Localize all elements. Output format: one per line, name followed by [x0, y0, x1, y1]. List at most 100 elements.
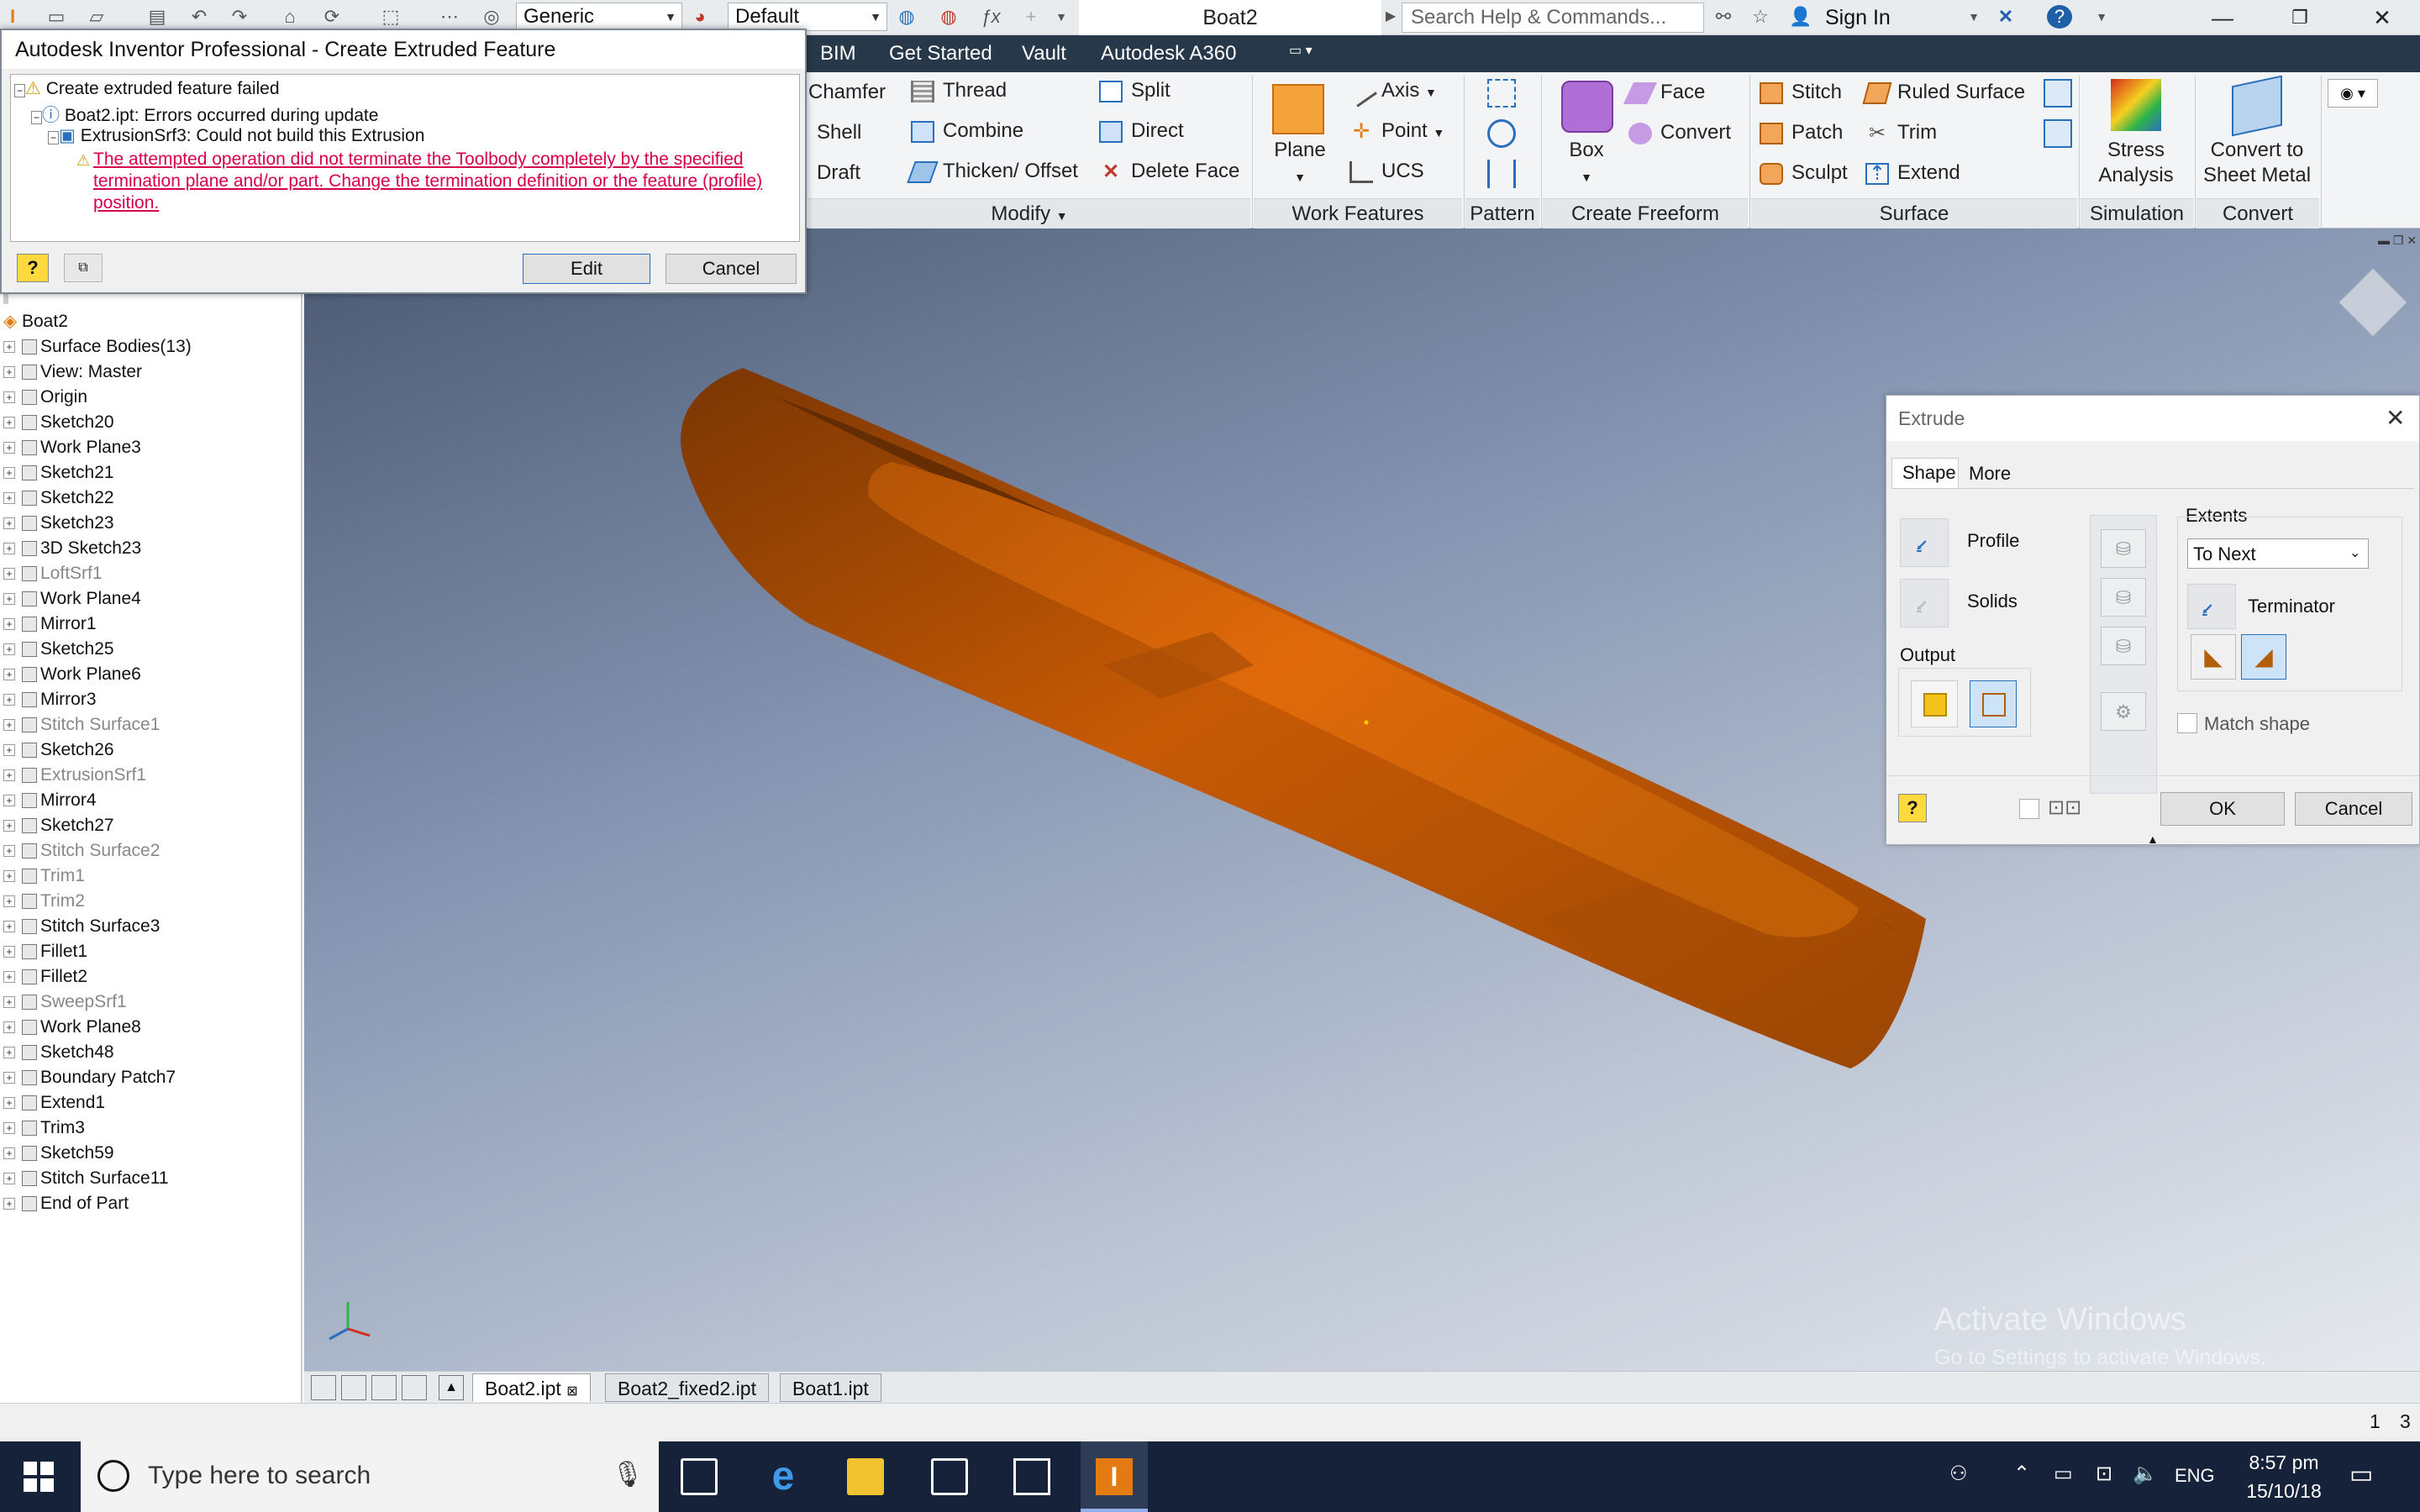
expand-icon[interactable]: +: [3, 719, 15, 732]
edge-browser-icon[interactable]: e: [765, 1457, 802, 1497]
point-button[interactable]: ✛ Point ▼: [1349, 119, 1444, 143]
cascade-icon[interactable]: [311, 1375, 336, 1400]
task-view-icon[interactable]: [681, 1458, 718, 1495]
browser-tree-item[interactable]: + SweepSrf1: [0, 990, 127, 1015]
ribbon-options-icon[interactable]: ◉ ▾: [2328, 79, 2378, 108]
tab-more[interactable]: More: [1969, 463, 2011, 485]
convert-to-sheet-metal-button[interactable]: Convert to Sheet Metal: [2196, 138, 2317, 188]
terminate-at-icon[interactable]: ◣: [2191, 634, 2236, 680]
collapse-icon[interactable]: −: [14, 84, 26, 97]
rectangular-pattern-icon[interactable]: [1487, 79, 1516, 108]
expand-icon[interactable]: +: [3, 1122, 15, 1135]
expand-icon[interactable]: +: [3, 517, 15, 530]
terminate-extend-icon[interactable]: ◢: [2241, 634, 2286, 680]
thicken-offset-button[interactable]: Thicken/ Offset: [907, 160, 1078, 183]
draft-button[interactable]: Draft: [817, 161, 860, 185]
match-shape-checkbox[interactable]: [2177, 713, 2197, 733]
close-icon[interactable]: ✕: [2386, 404, 2405, 432]
stress-analysis-button[interactable]: Stress Analysis: [2082, 138, 2190, 188]
browser-tree-item[interactable]: + Surface Bodies(13): [0, 334, 192, 360]
asymmetric-button[interactable]: ⚙: [2101, 692, 2146, 731]
expand-icon[interactable]: +: [3, 795, 15, 807]
expand-icon[interactable]: +: [3, 744, 15, 757]
direction-2-button[interactable]: ⛁: [2101, 578, 2146, 617]
browser-tree-item[interactable]: + Sketch26: [0, 738, 114, 763]
expand-icon[interactable]: +: [3, 593, 15, 606]
update-icon[interactable]: ⟳: [319, 5, 345, 29]
tab-vault[interactable]: Vault: [1022, 42, 1066, 66]
browser-tree-item[interactable]: + Mirror4: [0, 788, 97, 813]
browser-tree-item[interactable]: + Extend1: [0, 1090, 105, 1116]
collapse-icon[interactable]: −: [48, 131, 60, 144]
undo-icon[interactable]: ↶: [187, 5, 212, 29]
file-tab-active[interactable]: Boat2.ipt ⊠: [472, 1373, 591, 1402]
tab-menu-icon[interactable]: ▲: [439, 1375, 464, 1400]
clock-date[interactable]: 15/10/18: [2242, 1480, 2326, 1503]
ok-button[interactable]: OK: [2160, 792, 2285, 826]
expand-icon[interactable]: +: [3, 417, 15, 429]
browser-tree-item[interactable]: + Fillet2: [0, 964, 87, 990]
help-icon[interactable]: ?: [17, 254, 49, 282]
fx-icon[interactable]: ƒx: [978, 5, 1003, 29]
close-button[interactable]: ✕: [2353, 0, 2412, 35]
browser-tree-item[interactable]: + LoftSrf1: [0, 561, 103, 586]
appearance-combo[interactable]: Default ▼: [728, 3, 887, 31]
modify-group-label[interactable]: Modify ▼: [808, 198, 1250, 228]
expand-icon[interactable]: +: [3, 618, 15, 631]
extrude-cancel-button[interactable]: Cancel: [2295, 792, 2412, 826]
browser-tree-item[interactable]: + Work Plane6: [0, 662, 141, 687]
expand-icon[interactable]: +: [3, 1198, 15, 1210]
browser-tree-item[interactable]: + ExtrusionSrf1: [0, 763, 146, 788]
axis-button[interactable]: Axis ▼: [1345, 75, 1437, 108]
shell-button[interactable]: Shell: [817, 121, 861, 144]
extents-dropdown[interactable]: To Next ⌄: [2187, 538, 2369, 569]
browser-tree-item[interactable]: + Stitch Surface2: [0, 838, 160, 864]
adjust-icon[interactable]: ◍: [894, 5, 919, 29]
expand-icon[interactable]: +: [3, 643, 15, 656]
home-icon[interactable]: ⌂: [277, 5, 302, 29]
browser-tree-item[interactable]: +3D Sketch23: [0, 536, 141, 561]
browser-tree-item[interactable]: + Work Plane3: [0, 435, 141, 460]
expand-icon[interactable]: +: [3, 1147, 15, 1160]
expand-icon[interactable]: +: [3, 1173, 15, 1185]
expand-icon[interactable]: +: [3, 1072, 15, 1084]
browser-tree-item[interactable]: + Mirror3: [0, 687, 97, 712]
trim-button[interactable]: ✂ Trim: [1865, 121, 1937, 144]
patch-button[interactable]: Patch: [1760, 121, 1843, 144]
browser-tree-item[interactable]: + Boundary Patch7: [0, 1065, 176, 1090]
face-button[interactable]: Face: [1623, 81, 1705, 104]
tile-icon[interactable]: [341, 1375, 366, 1400]
browser-tree-item[interactable]: + Sketch20: [0, 410, 114, 435]
circular-pattern-icon[interactable]: [1487, 119, 1516, 148]
arrange-vertical-icon[interactable]: [402, 1375, 427, 1400]
thread-button[interactable]: Thread: [911, 79, 1007, 102]
browser-tree-item[interactable]: + Sketch27: [0, 813, 114, 838]
error-line-1[interactable]: − ⚠ Create extruded feature failed: [14, 78, 280, 99]
expand-icon[interactable]: +: [3, 543, 15, 555]
select-icon[interactable]: ⬚: [378, 5, 403, 29]
browser-tree-item[interactable]: + Trim2: [0, 889, 85, 914]
close-tab-icon[interactable]: ⊠: [566, 1384, 577, 1399]
material-combo[interactable]: Generic ▼: [516, 3, 682, 31]
expand-icon[interactable]: +: [3, 769, 15, 782]
browser-tree-item[interactable]: + Stitch Surface3: [0, 914, 160, 939]
browser-tree-item[interactable]: + Stitch Surface11: [0, 1166, 169, 1191]
browser-tree-item[interactable]: + End of Part: [0, 1191, 129, 1216]
browser-tree-item[interactable]: + Sketch22: [0, 486, 114, 511]
help-icon[interactable]: ?: [1898, 794, 1927, 822]
expand-icon[interactable]: +: [3, 1097, 15, 1110]
save-icon[interactable]: ▤: [145, 5, 170, 29]
browser-tree-item[interactable]: + Sketch48: [0, 1040, 114, 1065]
panel-options-icon[interactable]: ▭ ▾: [1289, 42, 1313, 59]
taskbar-inventor-active[interactable]: I: [1081, 1441, 1148, 1512]
viewport-window-controls[interactable]: ▬ ❐ ✕: [2378, 234, 2417, 248]
cancel-button[interactable]: Cancel: [666, 254, 797, 284]
browser-tree-item[interactable]: + Fillet1: [0, 939, 87, 964]
measure-icon[interactable]: ⋯: [437, 5, 462, 29]
restore-button[interactable]: ❐: [2270, 0, 2329, 35]
windows-start-icon[interactable]: [24, 1462, 54, 1492]
tab-bim[interactable]: BIM: [820, 42, 856, 66]
stitch-button[interactable]: Stitch: [1760, 81, 1842, 104]
open-icon[interactable]: ▱: [84, 5, 109, 29]
browser-tree-item[interactable]: + Sketch21: [0, 460, 114, 486]
